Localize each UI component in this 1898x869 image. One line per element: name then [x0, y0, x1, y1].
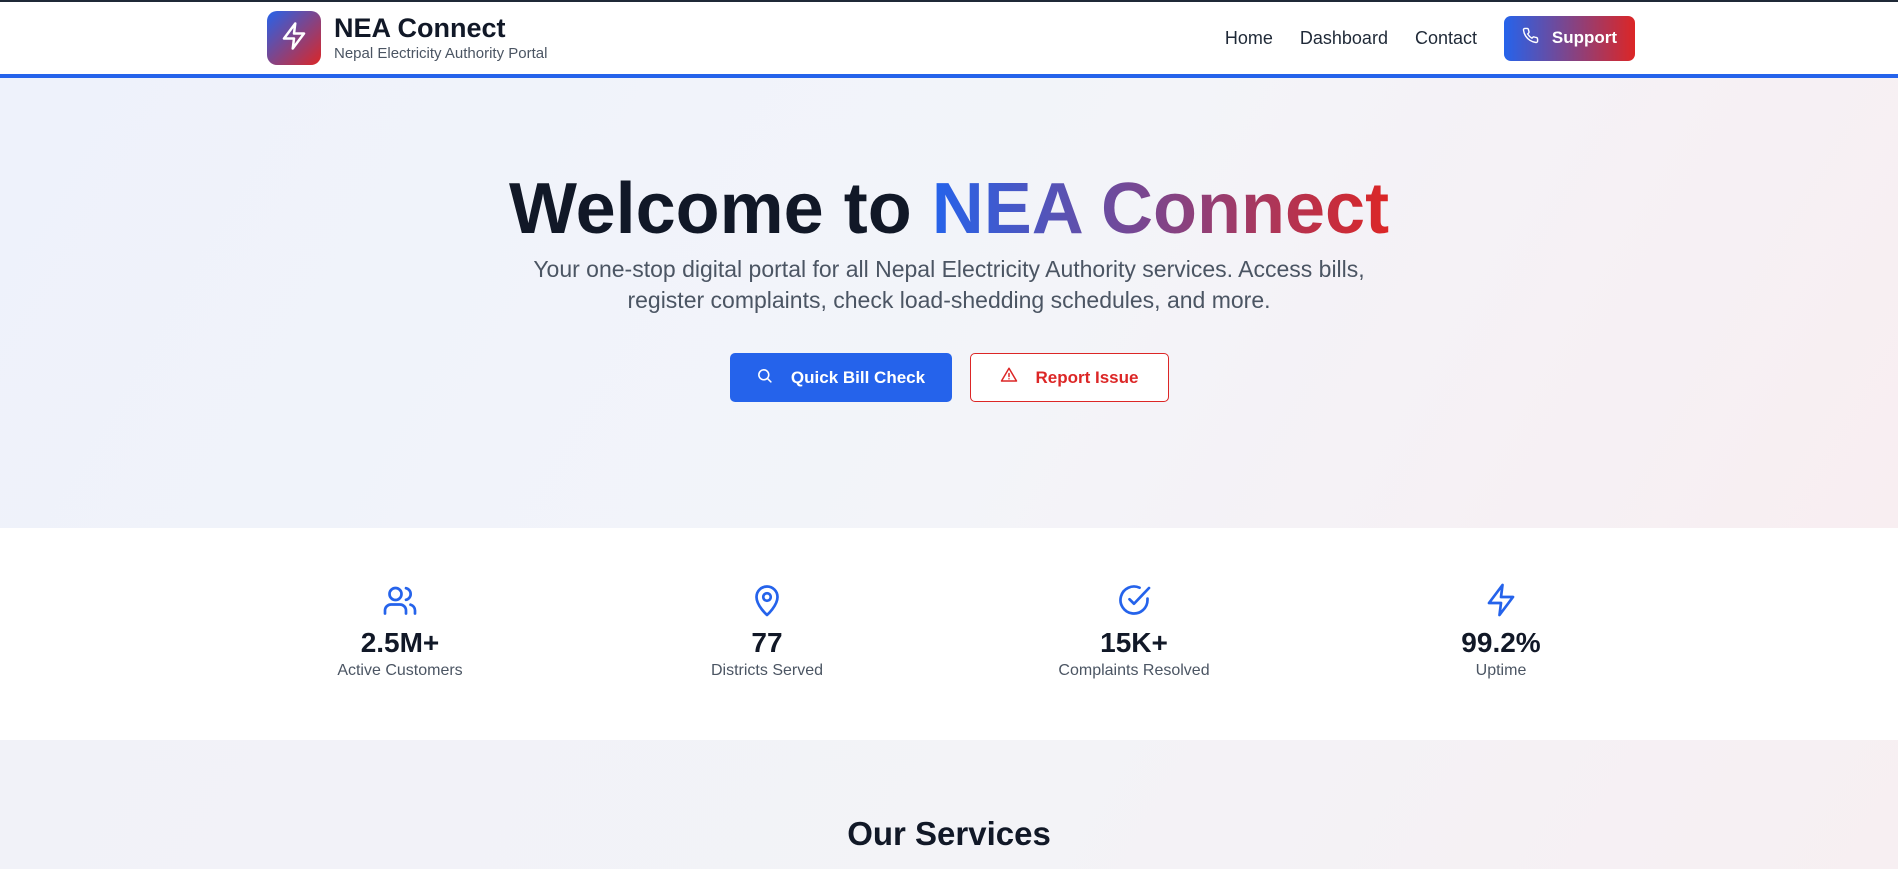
- hero-actions: Quick Bill Check Report Issue: [0, 353, 1898, 402]
- check-circle-icon: [1034, 580, 1234, 620]
- stat-complaints-resolved: 15K+ Complaints Resolved: [1034, 580, 1234, 681]
- logo: [267, 11, 321, 65]
- phone-icon: [1522, 27, 1552, 49]
- stat-label: Districts Served: [710, 662, 824, 679]
- brand-text: NEA Connect Nepal Electricity Authority …: [334, 12, 547, 64]
- report-issue-button[interactable]: Report Issue: [969, 353, 1169, 402]
- quick-bill-check-button[interactable]: Quick Bill Check: [729, 353, 952, 402]
- support-button-label: Support: [1551, 28, 1618, 47]
- stat-label: Uptime: [1475, 662, 1527, 679]
- services-title: Our Services: [847, 815, 1051, 852]
- brand-subtitle: Nepal Electricity Authority Portal: [334, 45, 548, 62]
- nav-contact-link[interactable]: Contact: [1415, 28, 1477, 49]
- stat-label: Complaints Resolved: [1058, 662, 1210, 679]
- brand[interactable]: NEA Connect Nepal Electricity Authority …: [267, 11, 547, 65]
- stat-value: 77: [751, 627, 783, 658]
- nav-dashboard-link[interactable]: Dashboard: [1300, 28, 1388, 49]
- hero-section: Welcome to NEA Connect Your one-stop dig…: [0, 78, 1898, 528]
- stat-active-customers: 2.5M+ Active Customers: [300, 580, 500, 681]
- lightning-bolt-icon: [279, 21, 309, 56]
- nav-home-link[interactable]: Home: [1225, 28, 1273, 49]
- stat-districts-served: 77 Districts Served: [667, 580, 867, 681]
- site-header: NEA Connect Nepal Electricity Authority …: [0, 0, 1898, 78]
- hero-description: Your one-stop digital portal for all Nep…: [533, 256, 1365, 313]
- quick-bill-check-label: Quick Bill Check: [790, 367, 926, 387]
- users-icon: [300, 580, 500, 620]
- stat-value: 15K+: [1100, 627, 1168, 658]
- hero-title: Welcome to NEA Connect: [0, 166, 1898, 252]
- brand-title: NEA Connect: [334, 13, 506, 43]
- search-icon: [756, 367, 791, 389]
- stat-value: 2.5M+: [360, 627, 440, 658]
- stat-label: Active Customers: [337, 662, 463, 679]
- header-inner: NEA Connect Nepal Electricity Authority …: [267, 2, 1635, 74]
- stats-section: 2.5M+ Active Customers 77 Districts Serv…: [0, 528, 1898, 740]
- lightning-bolt-icon: [1401, 580, 1601, 620]
- warning-triangle-icon: [1000, 366, 1036, 389]
- map-pin-icon: [667, 580, 867, 620]
- services-section: Our Services: [0, 740, 1898, 869]
- hero-title-highlight: NEA Connect: [931, 169, 1390, 249]
- report-issue-label: Report Issue: [1035, 367, 1139, 387]
- hero-title-prefix: Welcome to: [508, 169, 912, 249]
- stat-uptime: 99.2% Uptime: [1401, 580, 1601, 681]
- main-nav: Home Dashboard Contact Support: [1225, 15, 1635, 61]
- support-button[interactable]: Support: [1504, 15, 1635, 61]
- stat-value: 99.2%: [1461, 627, 1541, 658]
